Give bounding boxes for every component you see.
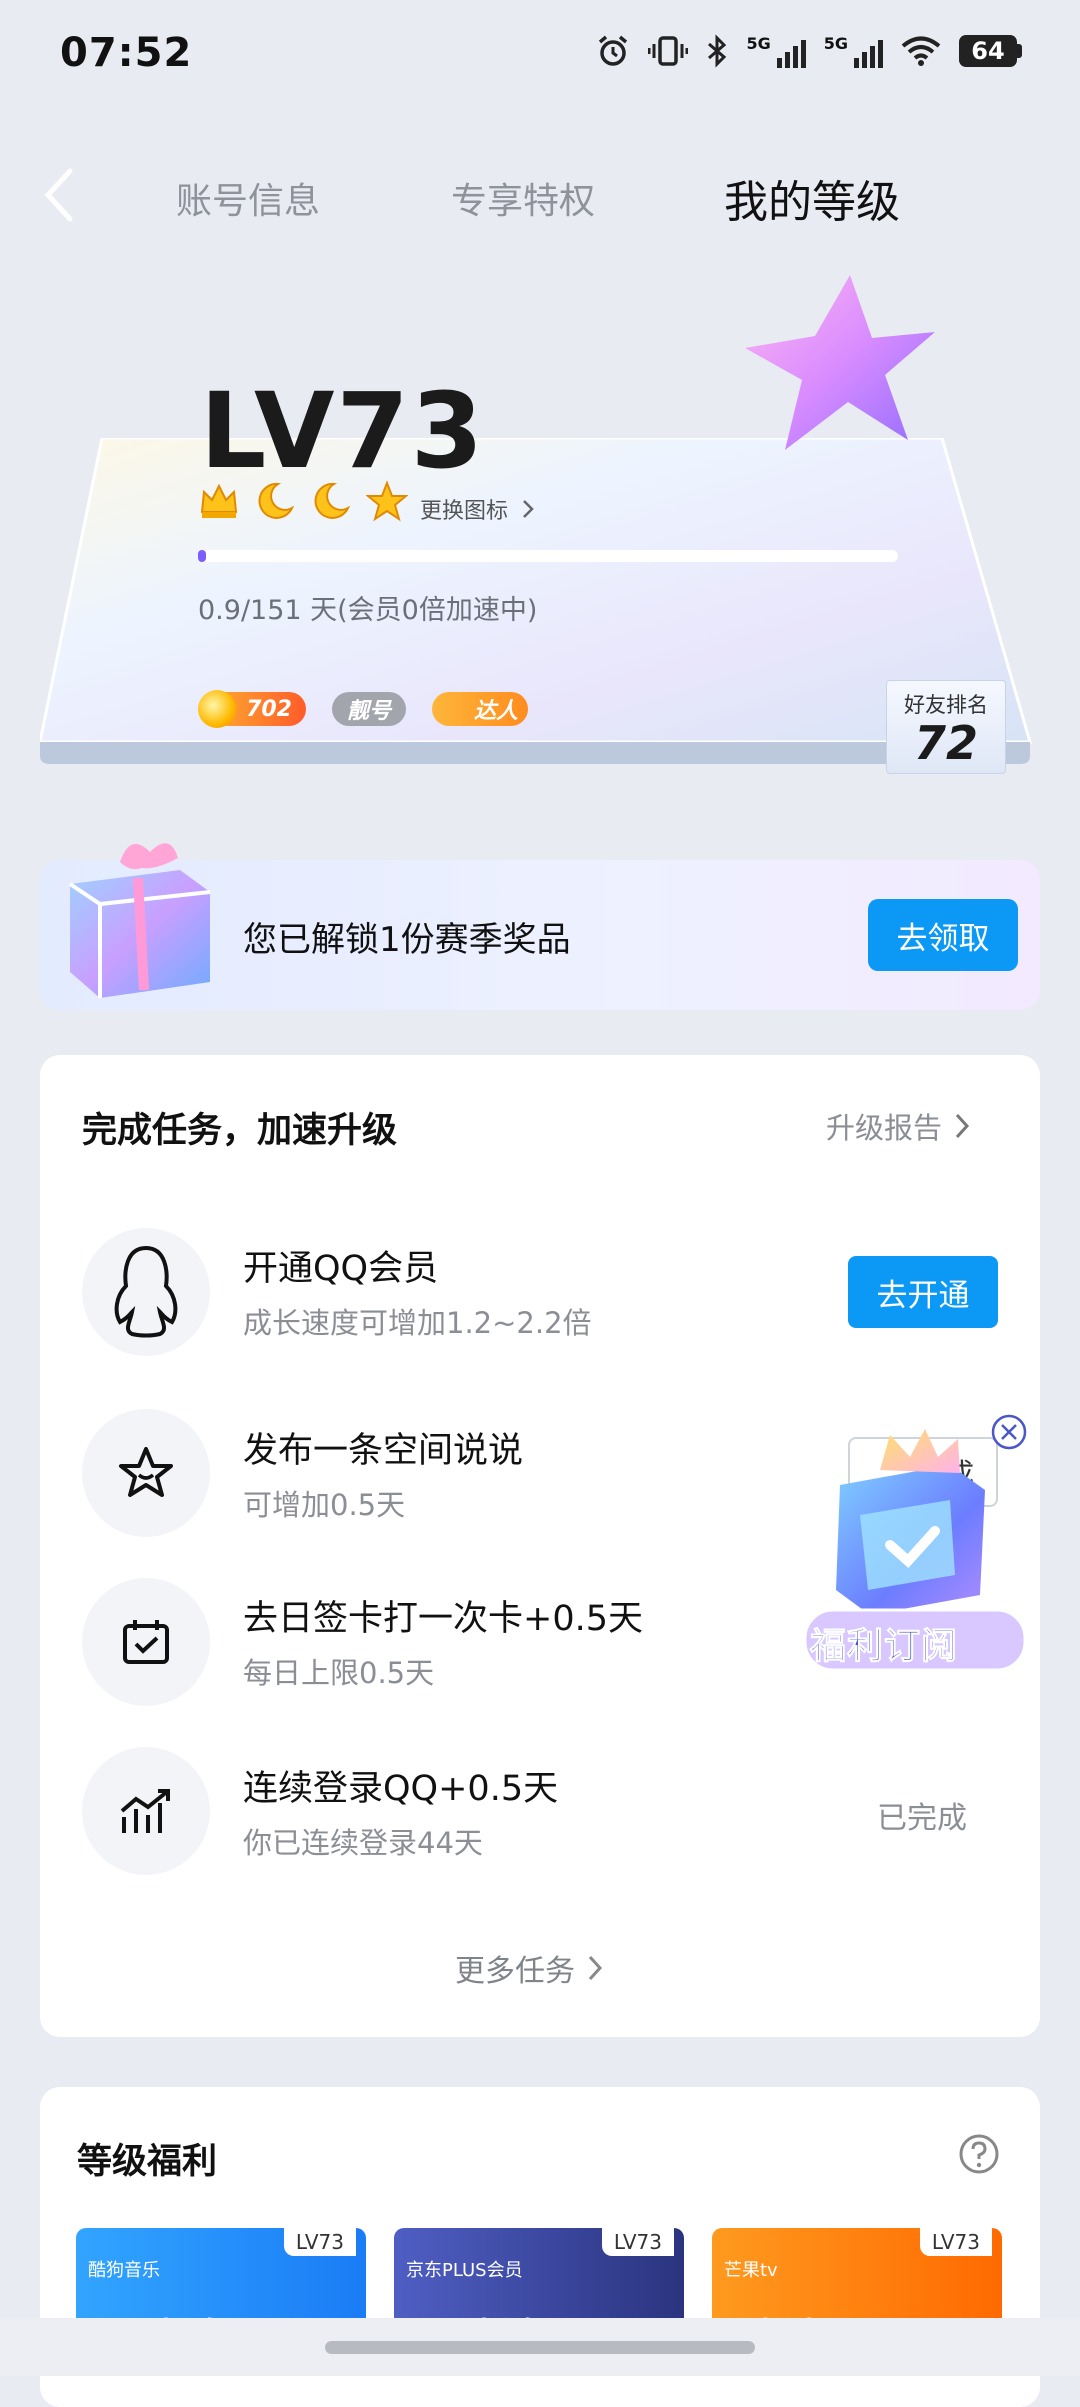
vibrate-icon (648, 36, 689, 66)
tab-exclusive-privileges[interactable]: 专享特权 (451, 172, 595, 224)
moon-icon (258, 482, 295, 519)
upgrade-report-link[interactable]: 升级报告 (826, 1105, 970, 1147)
level-value: LV73 (200, 370, 486, 492)
chevron-right-icon (588, 1955, 603, 1981)
tab-my-level[interactable]: 我的等级 (724, 166, 900, 230)
more-tasks-link[interactable]: 更多任务 (455, 1946, 603, 1990)
task-title: 开通QQ会员 (243, 1249, 439, 1289)
star-decoration-icon (745, 275, 935, 450)
alarm-icon (599, 35, 628, 66)
battery-icon: 64 (959, 35, 1022, 67)
coin-icon (198, 690, 236, 728)
calendar-check-icon (123, 1620, 169, 1664)
task-subtitle: 你已连续登录44天 (243, 1826, 483, 1860)
bluetooth-icon (708, 34, 727, 68)
home-indicator[interactable] (325, 2341, 755, 2354)
tile-level-tag: LV73 (283, 2228, 356, 2256)
level-progress-text: 0.9/151 天(会员0倍加速中) (198, 595, 538, 626)
friend-rank-box[interactable]: 好友排名 72 (886, 680, 1006, 774)
change-icon-label: 更换图标 (420, 499, 509, 524)
help-icon[interactable] (958, 2133, 1000, 2175)
tile-brand: 芒果tv (724, 2260, 778, 2281)
star-icon (119, 1447, 173, 1497)
signal-1-icon: 5G (746, 34, 806, 68)
task-done-status: 已完成 (877, 1801, 967, 1836)
claim-reward-button[interactable]: 去领取 (868, 899, 1018, 971)
change-icon-link[interactable]: 更换图标 (420, 493, 534, 525)
close-icon[interactable] (990, 1413, 1028, 1451)
trend-chart-icon (120, 1789, 170, 1833)
moon-icon (314, 482, 351, 519)
friend-rank-label: 好友排名 (904, 693, 988, 717)
status-time: 07:52 (60, 30, 193, 76)
task-subtitle: 成长速度可增加1.2~2.2倍 (243, 1306, 592, 1340)
crown-icon (200, 483, 238, 518)
tile-level-tag: LV73 (601, 2228, 674, 2256)
chevron-right-icon (955, 1113, 970, 1139)
task-avatar (82, 1409, 210, 1537)
level-badge-icons (198, 480, 408, 522)
level-progress-track (198, 550, 898, 562)
tab-account-info[interactable]: 账号信息 (176, 172, 320, 224)
task-subtitle: 可增加0.5天 (243, 1488, 406, 1522)
task-subtitle: 每日上限0.5天 (243, 1656, 435, 1690)
qq-penguin-icon (114, 1245, 178, 1338)
task-title: 连续登录QQ+0.5天 (243, 1769, 559, 1809)
task-avatar (82, 1228, 210, 1356)
chevron-right-icon (523, 500, 534, 518)
liang-number-badge[interactable]: 靓号 (332, 692, 406, 726)
benefits-title: 等级福利 (77, 2142, 218, 2182)
tile-level-tag: LV73 (919, 2228, 992, 2256)
upgrade-report-label: 升级报告 (826, 1111, 943, 1145)
status-icons: 5G 5G 64 (596, 34, 1022, 68)
tasks-title: 完成任务，加速升级 (82, 1111, 398, 1151)
friend-rank-value: 72 (913, 716, 978, 770)
task-avatar (82, 1578, 210, 1706)
open-member-button[interactable]: 去开通 (848, 1256, 998, 1328)
daren-badge[interactable]: 达人 (432, 692, 528, 726)
welfare-subscription-label: 福利订阅 (809, 1626, 959, 1668)
wifi-icon (901, 36, 941, 66)
task-avatar (82, 1747, 210, 1875)
task-title: 发布一条空间说说 (243, 1431, 524, 1471)
level-progress-fill (198, 550, 206, 562)
signal-2-icon: 5G (824, 34, 883, 68)
star-icon (366, 480, 408, 522)
reward-text: 您已解锁1份赛季奖品 (243, 920, 571, 960)
tile-brand: 京东PLUS会员 (406, 2260, 523, 2281)
tile-brand: 酷狗音乐 (88, 2260, 160, 2281)
task-title: 去日签卡打一次卡+0.5天 (243, 1599, 643, 1639)
back-arrow-icon[interactable] (40, 165, 90, 225)
more-tasks-label: 更多任务 (455, 1954, 575, 1989)
gift-box-icon (68, 843, 211, 998)
